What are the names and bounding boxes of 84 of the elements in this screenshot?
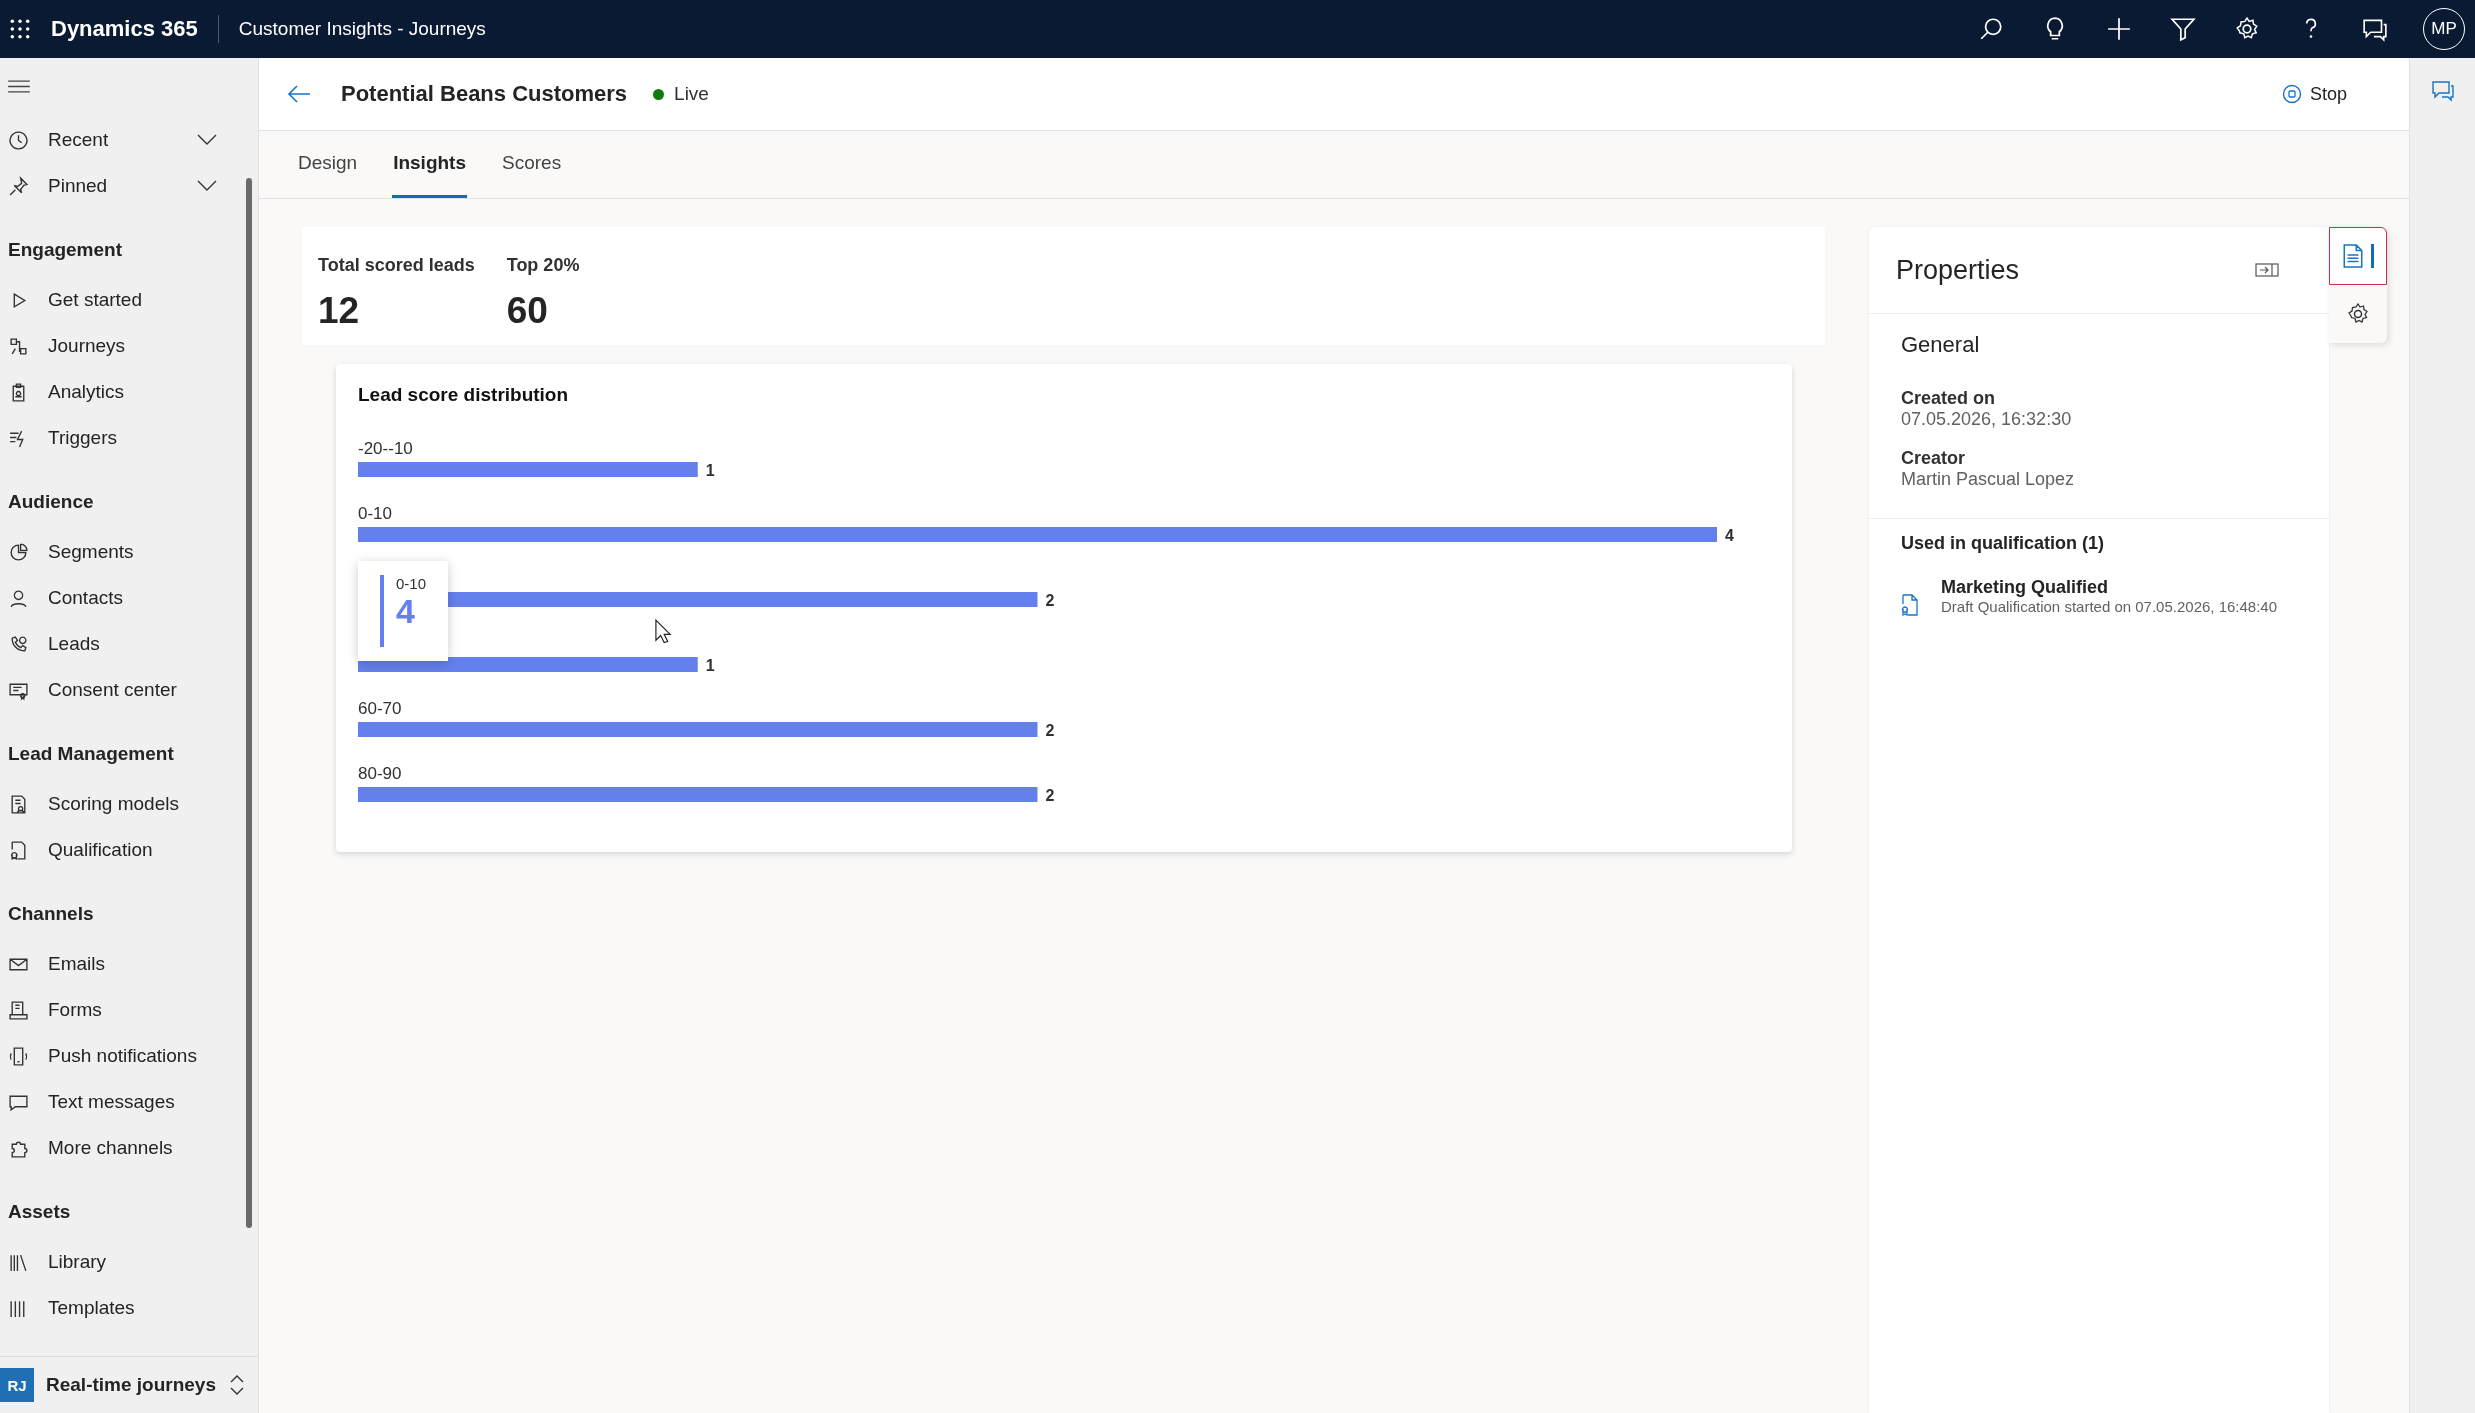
category-label: 80-90 — [358, 764, 402, 783]
panel-title: Properties — [1896, 254, 2020, 286]
status-dot — [653, 88, 665, 100]
bar[interactable] — [358, 657, 698, 672]
nav-item[interactable]: Forms — [0, 987, 258, 1033]
form-stand-icon — [8, 999, 29, 1021]
status-label: Live — [674, 83, 709, 105]
settings-icon — [2346, 302, 2370, 326]
bar-value: 1 — [705, 657, 715, 674]
nav-item[interactable]: Scoring models — [0, 781, 258, 827]
app-launcher-icon[interactable] — [9, 18, 31, 40]
plus-icon[interactable] — [2106, 16, 2132, 42]
category-label: 0-10 — [358, 504, 393, 523]
bar-value: 1 — [705, 462, 715, 479]
nav-item[interactable]: Pinned — [0, 163, 258, 209]
mouse-cursor-icon — [654, 619, 672, 645]
bar-value: 4 — [1725, 527, 1734, 544]
search-icon[interactable] — [1978, 16, 2004, 42]
nav-item[interactable]: Get started — [0, 277, 258, 323]
document-icon — [2342, 244, 2363, 268]
nav-item[interactable]: Leads — [0, 621, 258, 667]
flow-icon — [8, 335, 29, 357]
pin-icon — [8, 175, 29, 197]
nav-item[interactable]: Templates — [0, 1285, 258, 1331]
area-badge: RJ — [0, 1368, 34, 1402]
nav-item[interactable]: Analytics — [0, 369, 258, 415]
nav-item[interactable]: Consent center — [0, 667, 258, 713]
qualification-detail: Draft Qualification started on 07.05.2026, 16:48:40 — [1941, 598, 2278, 615]
stat-value: 12 — [318, 290, 361, 332]
nav-item[interactable]: Contacts — [0, 575, 258, 621]
bar-value: 2 — [1045, 787, 1055, 804]
document-ribbon-icon — [1901, 594, 1919, 616]
chevron-icon[interactable] — [196, 134, 218, 146]
back-arrow-icon[interactable] — [287, 84, 311, 104]
pie-chart-icon — [8, 541, 29, 563]
clock-icon — [8, 129, 29, 151]
nav-item[interactable]: Library — [0, 1239, 258, 1285]
journey-title: Potential Beans Customers — [341, 81, 628, 107]
category-label: -20--10 — [358, 439, 413, 458]
filter-icon[interactable] — [2170, 16, 2196, 42]
mobile-icon — [8, 1045, 29, 1067]
stat-label: Top 20% — [506, 255, 580, 276]
tooltip-value: 4 — [396, 592, 416, 631]
stop-icon — [2281, 84, 2302, 104]
category-label: 60-70 — [358, 699, 402, 718]
nav-group-title: Assets — [7, 1200, 72, 1224]
section-title: General — [1901, 332, 1981, 358]
properties-tab[interactable] — [2329, 227, 2387, 285]
nav-group-title: Audience — [7, 490, 95, 514]
app-name[interactable]: Dynamics 365 — [51, 16, 198, 42]
nav-item[interactable]: Push notifications — [0, 1033, 258, 1079]
chart-title: Lead score distribution — [358, 384, 570, 406]
nav-item[interactable]: Qualification — [0, 827, 258, 873]
bar-value: 2 — [1045, 592, 1055, 609]
up-down-chevron-icon — [230, 1374, 244, 1396]
chevron-icon[interactable] — [196, 180, 218, 192]
section-title: Used in qualification (1) — [1901, 533, 2106, 554]
settings-icon[interactable] — [2234, 16, 2260, 42]
area-name: Customer Insights - Journeys — [238, 18, 486, 40]
nav-item[interactable]: Text messages — [0, 1079, 258, 1125]
tab[interactable]: Insights — [392, 131, 467, 198]
menu-icon[interactable] — [8, 80, 30, 93]
stat-label: Total scored leads — [318, 255, 475, 276]
tab[interactable]: Scores — [501, 131, 563, 198]
nav-item[interactable]: Segments — [0, 529, 258, 575]
collapse-panel-icon[interactable] — [2255, 263, 2279, 277]
stat-value: 60 — [506, 290, 549, 332]
field-value: Martin Pascual Lopez — [1901, 469, 2076, 490]
qualification-link[interactable]: Marketing Qualified — [1941, 577, 2278, 598]
nav-item[interactable]: Emails — [0, 941, 258, 987]
nav-item[interactable]: Triggers — [0, 415, 258, 461]
field-label: Creator — [1901, 448, 1967, 469]
nav-group-title: Lead Management — [7, 742, 175, 766]
nav-item[interactable]: Journeys — [0, 323, 258, 369]
field-label: Created on — [1901, 388, 1997, 409]
field-value: 07.05.2026, 16:32:30 — [1901, 409, 2073, 430]
stop-button[interactable]: Stop — [2273, 77, 2355, 111]
bar-value: 2 — [1045, 722, 1055, 739]
nav-item[interactable]: More channels — [0, 1125, 258, 1171]
tab[interactable]: Design — [297, 131, 359, 198]
tooltip-label: 0-10 — [396, 575, 427, 592]
nav-group-title: Engagement — [7, 238, 124, 262]
nav-item[interactable]: Recent — [0, 117, 258, 163]
nav-group-title: Channels — [7, 902, 95, 926]
